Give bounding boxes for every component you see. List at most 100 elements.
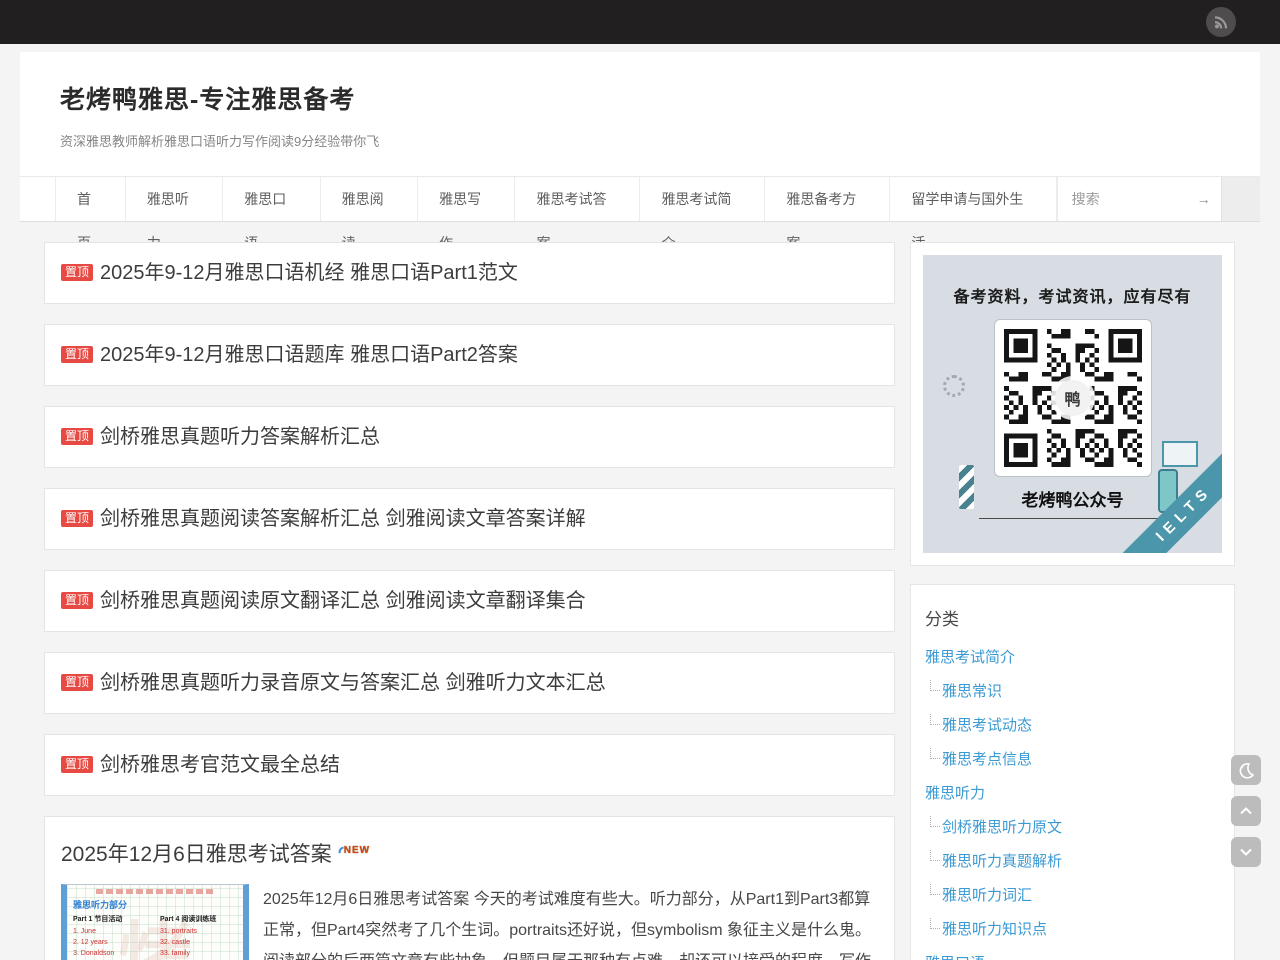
pinned-badge: 置顶 bbox=[61, 592, 93, 609]
post-title: 置顶 2025年9-12月雅思口语机经 雅思口语Part1范文 bbox=[61, 262, 878, 284]
new-spark-icon bbox=[337, 846, 344, 853]
pinned-badge: 置顶 bbox=[61, 346, 93, 363]
nav-tail-filler bbox=[1221, 177, 1260, 221]
pinned-post: 置顶 2025年9-12月雅思口语题库 雅思口语Part2答案 bbox=[44, 324, 895, 386]
nav-item-home: 首页 bbox=[55, 177, 126, 221]
category-item-child: 雅思听力词汇 bbox=[925, 884, 1220, 905]
category-item: 雅思考试简介 bbox=[925, 646, 1220, 667]
post-title-link[interactable]: 剑桥雅思真题听力录音原文与答案汇总 剑雅听力文本汇总 bbox=[100, 672, 606, 694]
nav-item-intro: 雅思考试简介 bbox=[640, 177, 765, 221]
search-input[interactable] bbox=[1058, 191, 1187, 207]
new-icon: NEW bbox=[338, 836, 370, 862]
rss-icon bbox=[1213, 14, 1229, 30]
post-list: 置顶 2025年9-12月雅思口语机经 雅思口语Part1范文 置顶 2025年9-… bbox=[44, 242, 895, 960]
pinned-post: 置顶剑桥雅思真题阅读答案解析汇总 剑雅阅读文章答案详解 bbox=[44, 488, 895, 550]
post-body: 烤 雅思听力部分 Part 1 节目活动 1. June 2. 12 years… bbox=[61, 884, 878, 960]
thumbnail-col1: Part 1 节目活动 1. June 2. 12 years 3. Donal… bbox=[73, 914, 150, 960]
post-title-link[interactable]: 2025年9-12月雅思口语机经 雅思口语Part1范文 bbox=[100, 262, 518, 284]
post-title: 置顶剑桥雅思真题听力答案解析汇总 bbox=[61, 426, 878, 448]
post-title-link[interactable]: 剑桥雅思真题阅读答案解析汇总 剑雅阅读文章答案详解 bbox=[100, 508, 586, 530]
category-link[interactable]: 雅思考试动态 bbox=[942, 717, 1032, 734]
nav-item-answers: 雅思考试答案 bbox=[515, 177, 640, 221]
pinned-post: 置顶剑桥雅思真题阅读原文翻译汇总 剑雅阅读文章翻译集合 bbox=[44, 570, 895, 632]
lighthouse-illustration bbox=[959, 465, 974, 509]
category-item-child: 雅思听力真题解析 bbox=[925, 850, 1220, 871]
scroll-bottom-button[interactable] bbox=[1231, 837, 1261, 867]
post-title-link[interactable]: 剑桥雅思真题听力答案解析汇总 bbox=[100, 426, 380, 448]
category-link[interactable]: 雅思考点信息 bbox=[942, 751, 1032, 768]
search-form: → bbox=[1057, 177, 1221, 221]
night-mode-button[interactable] bbox=[1231, 755, 1261, 785]
pinned-post: 置顶剑桥雅思真题听力录音原文与答案汇总 剑雅听力文本汇总 bbox=[44, 652, 895, 714]
nav-item-reading: 雅思阅读 bbox=[321, 177, 418, 221]
category-link[interactable]: 雅思听力真题解析 bbox=[942, 853, 1062, 870]
categories-list: 雅思考试简介 雅思常识 雅思考试动态 雅思考点信息 雅思听力 剑桥雅思听力原文 … bbox=[923, 646, 1222, 960]
main-nav: 首页 雅思听力 雅思口语 雅思阅读 雅思写作 雅思考试答案 雅思考试简介 雅思备… bbox=[20, 176, 1260, 222]
wechat-qr-image: 备考资料，考试资讯，应有尽有 bbox=[923, 255, 1222, 553]
category-item-child: 剑桥雅思听力原文 bbox=[925, 816, 1220, 837]
pinned-badge: 置顶 bbox=[61, 674, 93, 691]
pinned-post: 置顶剑桥雅思真题听力答案解析汇总 bbox=[44, 406, 895, 468]
qr-widget: 备考资料，考试资讯，应有尽有 bbox=[910, 242, 1235, 566]
post-title: 置顶剑桥雅思真题听力录音原文与答案汇总 剑雅听力文本汇总 bbox=[61, 672, 878, 694]
nav-item-writing: 雅思写作 bbox=[418, 177, 515, 221]
nav-item-listening: 雅思听力 bbox=[126, 177, 223, 221]
moon-icon bbox=[1237, 761, 1255, 779]
post-title: 置顶剑桥雅思真题阅读原文翻译汇总 剑雅阅读文章翻译集合 bbox=[61, 590, 878, 612]
search-submit-button[interactable]: → bbox=[1187, 191, 1221, 207]
nav-item-abroad: 留学申请与国外生活 bbox=[890, 177, 1056, 221]
category-link[interactable]: 雅思考试简介 bbox=[925, 649, 1015, 666]
pinned-badge: 置顶 bbox=[61, 756, 93, 773]
post-title: 置顶剑桥雅思考官范文最全总结 bbox=[61, 754, 878, 776]
content-area: 置顶 2025年9-12月雅思口语机经 雅思口语Part1范文 置顶 2025年9-… bbox=[20, 222, 1260, 960]
chevron-down-icon bbox=[1237, 843, 1255, 861]
site-subtitle: 资深雅思教师解析雅思口语听力写作阅读9分经验带你飞 bbox=[60, 131, 1220, 150]
post-thumbnail[interactable]: 烤 雅思听力部分 Part 1 节目活动 1. June 2. 12 years… bbox=[61, 884, 249, 960]
category-item-child: 雅思考试动态 bbox=[925, 714, 1220, 735]
post-excerpt: 2025年12月6日雅思考试答案 今天的考试难度有些大。听力部分，从Part1到… bbox=[263, 884, 878, 960]
site-header: 老烤鸭雅思-专注雅思备考 资深雅思教师解析雅思口语听力写作阅读9分经验带你飞 bbox=[20, 52, 1260, 176]
post-title-link[interactable]: 剑桥雅思真题阅读原文翻译汇总 剑雅阅读文章翻译集合 bbox=[100, 590, 586, 612]
pinned-post: 置顶剑桥雅思考官范文最全总结 bbox=[44, 734, 895, 796]
nav-item-plan: 雅思备考方案 bbox=[765, 177, 890, 221]
site-title: 老烤鸭雅思-专注雅思备考 bbox=[60, 80, 1220, 116]
post-title-link[interactable]: 剑桥雅思考官范文最全总结 bbox=[100, 754, 340, 776]
post-title-link[interactable]: 2025年12月6日雅思考试答案 bbox=[61, 843, 332, 866]
qr-center-logo: 鸭 bbox=[1055, 380, 1091, 416]
latest-post: 2025年12月6日雅思考试答案 NEW 烤 雅思听力部分 Part 1 节目活动… bbox=[44, 816, 895, 960]
categories-heading: 分类 bbox=[925, 605, 1220, 630]
category-item-child: 雅思听力知识点 bbox=[925, 918, 1220, 939]
nav-list: 首页 雅思听力 雅思口语 雅思阅读 雅思写作 雅思考试答案 雅思考试简介 雅思备… bbox=[55, 177, 1057, 221]
gear-icon bbox=[943, 375, 965, 397]
sidebar: 备考资料，考试资讯，应有尽有 bbox=[910, 242, 1235, 960]
category-link[interactable]: 雅思听力 bbox=[925, 785, 985, 802]
top-bar bbox=[0, 0, 1280, 44]
thumbnail-answer-columns: Part 1 节目活动 1. June 2. 12 years 3. Donal… bbox=[73, 914, 237, 960]
category-link[interactable]: 雅思口语 bbox=[925, 955, 985, 960]
category-link[interactable]: 雅思听力知识点 bbox=[942, 921, 1047, 938]
categories-widget: 分类 雅思考试简介 雅思常识 雅思考试动态 雅思考点信息 雅思听力 剑桥雅思听力… bbox=[910, 584, 1235, 960]
category-link[interactable]: 雅思常识 bbox=[942, 683, 1002, 700]
qr-code: 鸭 bbox=[994, 319, 1152, 477]
category-item: 雅思听力 bbox=[925, 782, 1220, 803]
category-item: 雅思口语 bbox=[925, 952, 1220, 960]
category-item-child: 雅思考点信息 bbox=[925, 748, 1220, 769]
category-link[interactable]: 雅思听力词汇 bbox=[942, 887, 1032, 904]
qr-top-text: 备考资料，考试资讯，应有尽有 bbox=[923, 255, 1222, 307]
thumbnail-cropped-title bbox=[96, 889, 214, 894]
scroll-top-button[interactable] bbox=[1231, 796, 1261, 826]
qr-caption-underline bbox=[979, 518, 1167, 519]
chevron-up-icon bbox=[1237, 802, 1255, 820]
house-illustration bbox=[1162, 441, 1198, 467]
pinned-badge: 置顶 bbox=[61, 264, 93, 281]
rss-link[interactable] bbox=[1206, 7, 1236, 37]
pinned-post: 置顶 2025年9-12月雅思口语机经 雅思口语Part1范文 bbox=[44, 242, 895, 304]
post-title: 2025年12月6日雅思考试答案 NEW bbox=[61, 836, 878, 866]
category-link[interactable]: 剑桥雅思听力原文 bbox=[942, 819, 1062, 836]
post-title-link[interactable]: 2025年9-12月雅思口语题库 雅思口语Part2答案 bbox=[100, 344, 518, 366]
post-title: 置顶 2025年9-12月雅思口语题库 雅思口语Part2答案 bbox=[61, 344, 878, 366]
nav-item-speaking: 雅思口语 bbox=[223, 177, 320, 221]
category-item-child: 雅思常识 bbox=[925, 680, 1220, 701]
page-wrapper: 老烤鸭雅思-专注雅思备考 资深雅思教师解析雅思口语听力写作阅读9分经验带你飞 首… bbox=[20, 52, 1260, 960]
pinned-badge: 置顶 bbox=[61, 510, 93, 527]
